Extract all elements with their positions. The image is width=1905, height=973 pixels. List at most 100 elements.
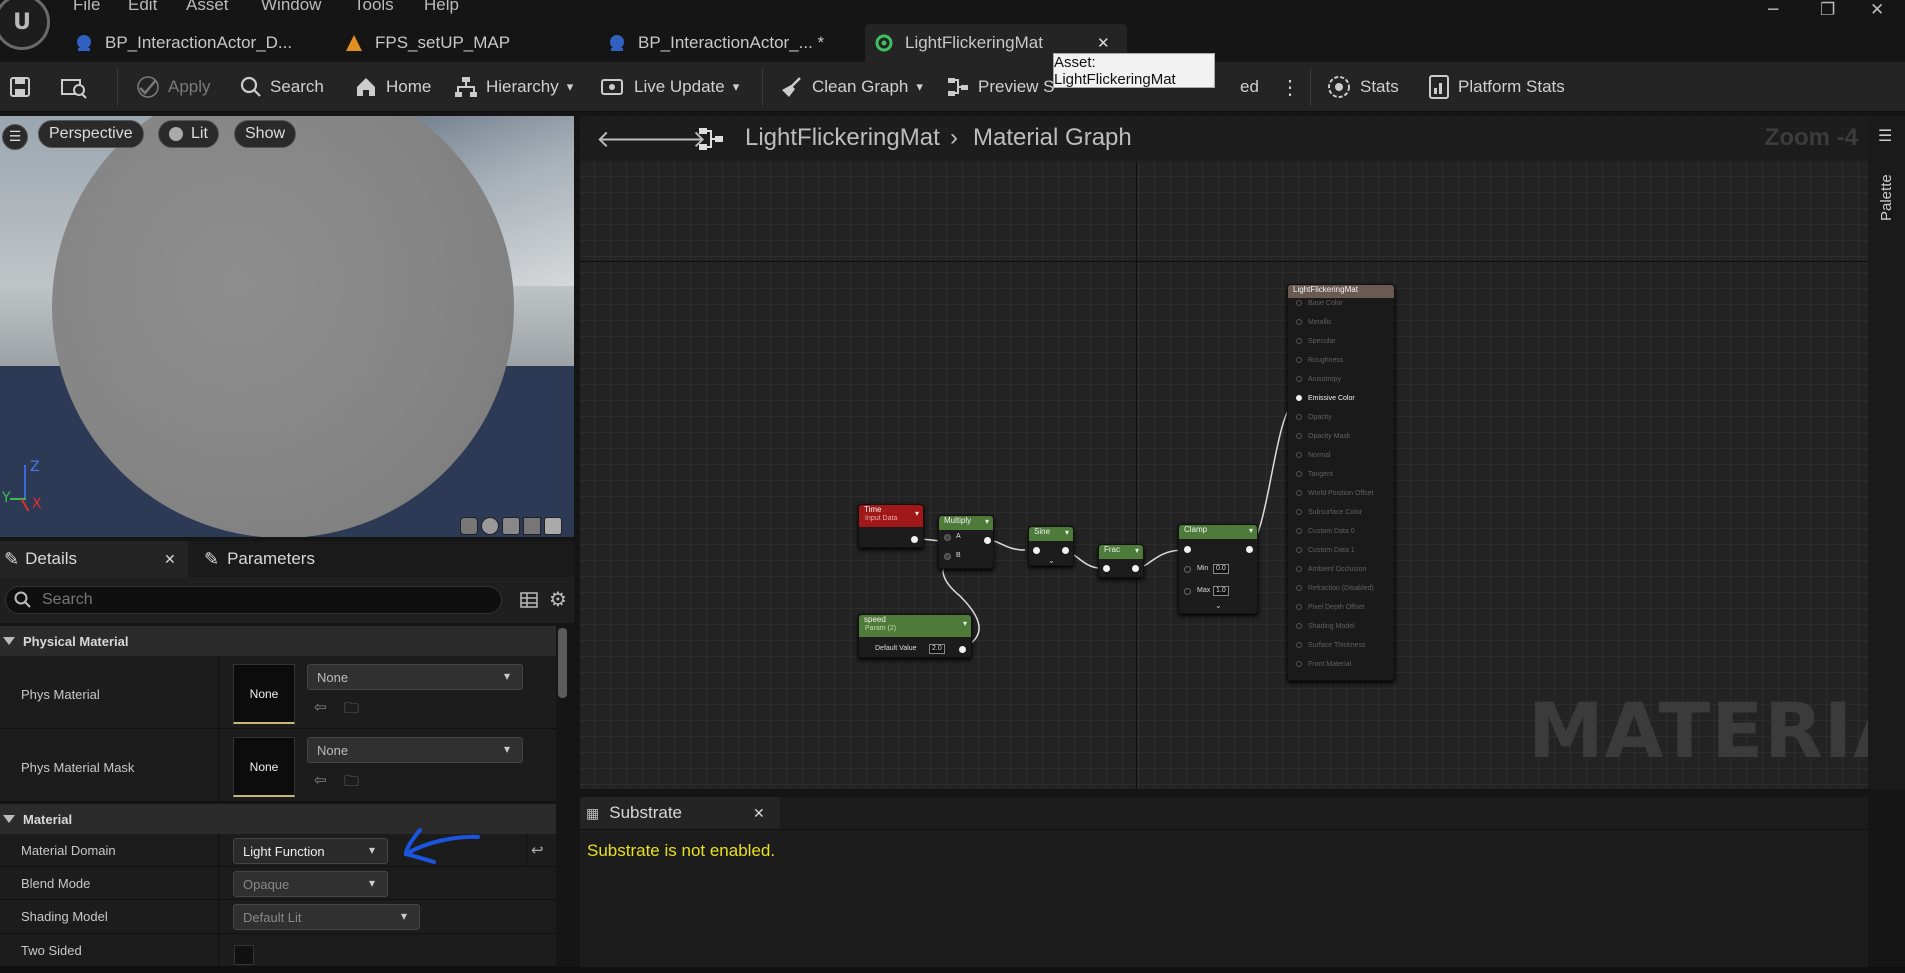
- result-pin[interactable]: Custom Data 1: [1296, 547, 1355, 554]
- tab-fps-setup-map[interactable]: FPS_setUP_MAP: [345, 24, 510, 62]
- show-button[interactable]: Show: [234, 120, 297, 148]
- phys-material-dropdown[interactable]: None ▾: [307, 664, 523, 690]
- output-pin[interactable]: [1132, 565, 1139, 572]
- input-pin-b[interactable]: [944, 553, 951, 560]
- palette-tab[interactable]: Palette: [1878, 174, 1895, 221]
- result-pin[interactable]: Ambient Occlusion: [1296, 566, 1366, 573]
- result-pin[interactable]: Specular: [1296, 338, 1336, 345]
- close-tab-icon[interactable]: ✕: [753, 805, 765, 822]
- input-pin[interactable]: [1103, 565, 1110, 572]
- result-pin[interactable]: Custom Data 0: [1296, 528, 1355, 535]
- unreal-logo-icon[interactable]: U: [0, 0, 50, 50]
- result-pin[interactable]: Shading Model: [1296, 623, 1355, 630]
- restore-icon[interactable]: ❐: [1820, 0, 1835, 20]
- result-pin[interactable]: Subsurface Color: [1296, 509, 1362, 516]
- input-pin[interactable]: [1033, 547, 1040, 554]
- result-node[interactable]: LightFlickeringMat Base Color Metallic Spe…: [1287, 284, 1395, 681]
- chevron-down-icon[interactable]: ▾: [1135, 546, 1139, 555]
- min-value-input[interactable]: 0.0: [1213, 564, 1229, 574]
- material-domain-dropdown[interactable]: Light Function ▾: [233, 838, 388, 864]
- phys-material-mask-thumbnail[interactable]: None: [233, 737, 295, 797]
- plane-icon[interactable]: [502, 517, 520, 535]
- result-pin[interactable]: Opacity Mask: [1296, 433, 1350, 440]
- result-pin[interactable]: Roughness: [1296, 357, 1343, 364]
- output-pin[interactable]: [1062, 547, 1069, 554]
- tab-bp-interaction-actor[interactable]: BP_InteractionActor_... *: [608, 24, 824, 62]
- result-pin[interactable]: Opacity: [1296, 414, 1332, 421]
- tab-bp-interaction-actor-d[interactable]: BP_InteractionActor_D...: [75, 24, 292, 62]
- custom-mesh-icon[interactable]: [544, 517, 562, 535]
- save-icon[interactable]: [8, 72, 40, 102]
- menu-file[interactable]: File: [73, 0, 100, 15]
- details-search-input[interactable]: Search: [5, 586, 502, 614]
- max-pin[interactable]: [1184, 588, 1191, 595]
- use-selected-icon[interactable]: ⇦: [314, 771, 334, 791]
- two-sided-checkbox[interactable]: [234, 945, 254, 965]
- home-button[interactable]: Home: [354, 72, 431, 102]
- result-pin[interactable]: Base Color: [1296, 300, 1343, 307]
- output-pin[interactable]: [1246, 546, 1253, 553]
- default-value-input[interactable]: 2.0: [929, 644, 945, 654]
- perspective-button[interactable]: Perspective: [38, 120, 144, 148]
- browse-asset-icon[interactable]: 🗀: [344, 771, 364, 791]
- reset-to-default-icon[interactable]: ↩: [531, 841, 551, 861]
- result-pin[interactable]: Emissive Color: [1296, 395, 1355, 402]
- viewport-menu-icon[interactable]: ☰: [2, 124, 28, 150]
- cylinder-icon[interactable]: [460, 517, 478, 535]
- expand-icon[interactable]: ⌄: [1215, 601, 1222, 610]
- cube-icon[interactable]: [523, 517, 541, 535]
- result-pin[interactable]: Normal: [1296, 452, 1331, 459]
- close-tab-icon[interactable]: ✕: [1097, 34, 1110, 52]
- palette-list-icon[interactable]: ☰: [1878, 126, 1892, 145]
- output-pin[interactable]: [911, 536, 918, 543]
- settings-gear-icon[interactable]: ⚙: [549, 587, 567, 611]
- platform-stats-button[interactable]: Platform Stats: [1428, 72, 1565, 102]
- apply-button[interactable]: Apply: [136, 72, 211, 102]
- table-view-icon[interactable]: [520, 592, 538, 608]
- sphere-icon[interactable]: [481, 517, 499, 535]
- lit-button[interactable]: Lit: [158, 120, 219, 148]
- max-value-input[interactable]: 1.0: [1213, 586, 1229, 596]
- category-physical-material[interactable]: Physical Material: [0, 626, 556, 656]
- browse-icon[interactable]: [60, 72, 96, 102]
- browse-asset-icon[interactable]: 🗀: [344, 698, 364, 718]
- sine-node[interactable]: Sine ▾ ⌄: [1028, 526, 1074, 566]
- chevron-down-icon[interactable]: ▾: [985, 517, 989, 526]
- preview-button[interactable]: Preview S: [946, 72, 1055, 102]
- result-pin[interactable]: Refraction (Disabled): [1296, 585, 1374, 592]
- result-pin[interactable]: Metallic: [1296, 319, 1332, 326]
- stats-button[interactable]: Stats: [1326, 72, 1399, 102]
- material-graph-canvas[interactable]: 🡐 🡒 LightFlickeringMat › Material Graph …: [580, 116, 1868, 789]
- chevron-down-icon[interactable]: ▾: [1065, 528, 1069, 537]
- time-node[interactable]: Time Input Data ▾: [858, 504, 924, 548]
- result-pin[interactable]: World Position Offset: [1296, 490, 1374, 497]
- result-pin[interactable]: Anisotropy: [1296, 376, 1341, 383]
- result-pin[interactable]: Surface Thickness: [1296, 642, 1365, 649]
- phys-material-mask-dropdown[interactable]: None ▾: [307, 737, 523, 763]
- live-update-button[interactable]: Live Update ▾: [600, 72, 739, 102]
- chevron-down-icon[interactable]: ▾: [963, 619, 967, 628]
- use-selected-icon[interactable]: ⇦: [314, 698, 334, 718]
- blend-mode-dropdown[interactable]: Opaque ▾: [233, 871, 388, 897]
- shading-model-dropdown[interactable]: Default Lit ▾: [233, 904, 420, 930]
- close-window-icon[interactable]: ✕: [1870, 0, 1884, 20]
- chevron-down-icon[interactable]: ▾: [1249, 526, 1253, 535]
- chevron-down-icon[interactable]: ▾: [915, 509, 919, 518]
- preview-viewport[interactable]: Z Y X: [0, 116, 574, 537]
- menu-window[interactable]: Window: [261, 0, 321, 15]
- phys-material-thumbnail[interactable]: None: [233, 664, 295, 724]
- result-pin[interactable]: Front Material: [1296, 661, 1351, 668]
- hierarchy-button[interactable]: Hierarchy ▾: [454, 72, 573, 102]
- expand-icon[interactable]: ⌄: [1048, 556, 1055, 565]
- result-pin[interactable]: Pixel Depth Offset: [1296, 604, 1364, 611]
- input-pin[interactable]: [1184, 546, 1191, 553]
- menu-edit[interactable]: Edit: [128, 0, 157, 15]
- output-pin[interactable]: [984, 537, 991, 544]
- min-pin[interactable]: [1184, 566, 1191, 573]
- result-pin[interactable]: Tangent: [1296, 471, 1333, 478]
- hidden-toolbar-label[interactable]: ed: [1240, 72, 1259, 102]
- output-pin[interactable]: [959, 646, 966, 653]
- menu-help[interactable]: Help: [424, 0, 459, 15]
- tab-substrate[interactable]: ▦ Substrate ✕: [580, 797, 780, 829]
- speed-param-node[interactable]: speed Param (2) ▾ Default Value 2.0: [858, 614, 972, 658]
